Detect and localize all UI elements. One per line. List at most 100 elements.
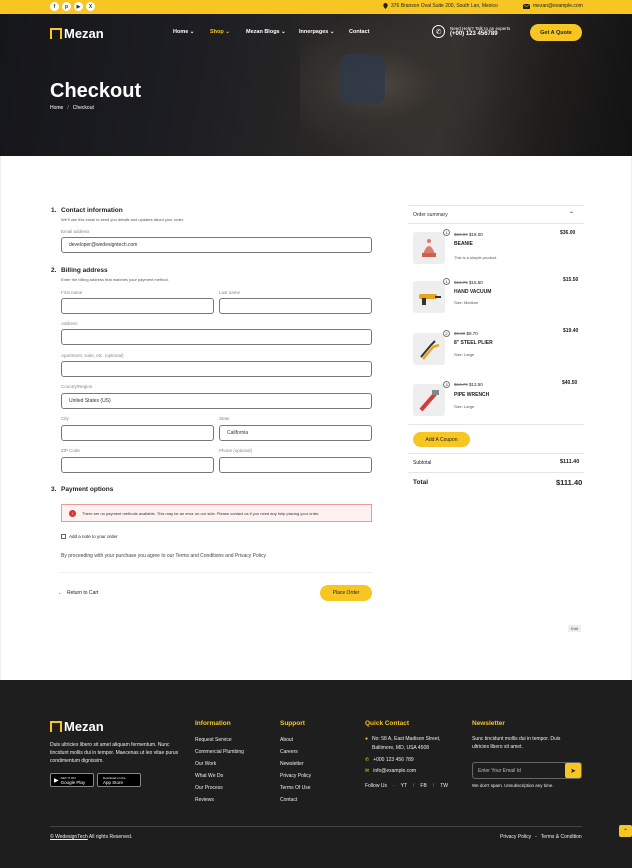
plier-image [420, 340, 440, 360]
logo-text: Mezan [64, 719, 104, 734]
return-label: Return to Cart [67, 590, 99, 596]
item-total: $36.00 [560, 230, 576, 236]
item-name: 8" STEEL PLIER [454, 340, 493, 346]
nav-contact[interactable]: Contact [349, 29, 369, 35]
phone-field[interactable] [219, 457, 372, 473]
breadcrumb-home[interactable]: Home [50, 105, 63, 111]
topbar-email[interactable]: mezan@example.com [523, 3, 583, 9]
contact-title: Contact information [61, 207, 123, 214]
order-note-checkbox[interactable] [61, 534, 66, 539]
country-label: Country/Region [61, 384, 93, 389]
item-name: BEANIE [454, 241, 473, 247]
quick-email[interactable]: ✉ info@example.com [365, 768, 416, 774]
old-price: $9.80 [454, 331, 466, 336]
last-name-field[interactable] [219, 298, 372, 314]
footer-link[interactable]: Request Service [195, 734, 244, 746]
error-icon: ! [69, 509, 76, 517]
contact-step-number: 1. [51, 207, 57, 214]
divider [408, 453, 584, 454]
mail-icon: ✉ [365, 768, 370, 774]
first-name-label: First name [61, 290, 83, 295]
chevron-up-icon: ⌃ [622, 828, 629, 835]
zip-field[interactable] [61, 457, 214, 473]
social-link-youtube[interactable]: YT [401, 783, 407, 789]
privacy-policy-link[interactable]: Privacy Policy [500, 834, 531, 840]
item-name: HAND VACUUM [454, 289, 492, 295]
item-total: $40.50 [562, 380, 578, 386]
footer-link[interactable]: Contact [280, 794, 311, 806]
newsletter-heading: Newsletter [472, 720, 505, 727]
checkout-content [0, 156, 632, 680]
nav-label: Innerpages [299, 29, 329, 35]
newsletter-submit-button[interactable]: ➤ [565, 763, 581, 778]
x-twitter-icon[interactable]: X [86, 2, 95, 11]
google-play-badge[interactable]: ▶ GET IT ON Google Play [50, 773, 94, 787]
social-link-twitter[interactable]: TW [440, 783, 448, 789]
phone-icon: ✆ [365, 757, 370, 763]
quick-address: ● No: 58 A, East Madison Street, Baltimo… [365, 735, 457, 753]
app-store-badge[interactable]: Download on the App Store [97, 773, 141, 787]
footer-link[interactable]: Newsletter [280, 758, 311, 770]
phone-text: +000 123 456 789 [373, 757, 414, 763]
footer-link[interactable]: What We Do [195, 770, 244, 782]
footer-link[interactable]: Our Process [195, 782, 244, 794]
add-coupon-button[interactable]: Add A Coupon [413, 432, 470, 447]
apartment-field[interactable] [61, 361, 372, 377]
social-link-facebook[interactable]: FB [420, 783, 426, 789]
pinterest-icon[interactable]: p [62, 2, 71, 11]
logo-mark-icon [50, 721, 62, 732]
footer-link[interactable]: Commercial Plumbing [195, 746, 244, 758]
help-contact[interactable]: ✆ Need Help? Talk to an experts (+00) 12… [432, 25, 510, 38]
separator: / [432, 783, 435, 789]
edit-button[interactable]: Edit [568, 625, 581, 632]
nav-label: Home [173, 29, 189, 35]
item-desc: Size: Medium [454, 300, 479, 305]
terms-text: By proceeding with your purchase you agr… [61, 553, 267, 559]
address-field[interactable] [61, 329, 372, 345]
quick-phone[interactable]: ✆ +000 123 456 789 [365, 757, 414, 763]
divider [408, 424, 584, 425]
nav-innerpages[interactable]: Innerpages ⌄ [299, 29, 334, 35]
footer-logo[interactable]: Mezan [50, 719, 104, 734]
location-pin-icon [383, 3, 388, 9]
youtube-icon[interactable]: ▶ [74, 2, 83, 11]
address-text: 376 Branson Oval Suite 200, South Lan, M… [391, 3, 498, 9]
chevron-up-icon[interactable]: ⌃ [569, 211, 574, 218]
country-select[interactable]: United States (US) [61, 393, 372, 409]
scroll-to-top-button[interactable]: ⌃ [619, 825, 632, 837]
city-field[interactable] [61, 425, 214, 441]
contact-subtitle: We'll use this email to send you details… [61, 217, 184, 222]
address-text: No: 58 A, East Madison Street, Baltimore… [372, 736, 441, 751]
site-logo[interactable]: Mezan [50, 26, 104, 41]
new-price: $15.50 [469, 280, 483, 285]
nav-home[interactable]: Home ⌄ [173, 29, 194, 35]
item-price: $9.80 $9.70 [454, 331, 478, 336]
place-order-button[interactable]: Place Order [320, 585, 372, 601]
footer-link[interactable]: Terms Of Use [280, 782, 311, 794]
footer-link[interactable]: Careers [280, 746, 311, 758]
terms-link[interactable]: Terms & Condition [541, 834, 582, 840]
payment-title: Payment options [61, 486, 114, 493]
footer-link[interactable]: Our Work [195, 758, 244, 770]
product-thumbnail [413, 333, 445, 365]
old-price: $13.70 [454, 382, 468, 387]
billing-title: Billing address [61, 267, 108, 274]
state-select[interactable]: California [219, 425, 372, 441]
footer-link[interactable]: About [280, 734, 311, 746]
footer-link[interactable]: Reviews [195, 794, 244, 806]
first-name-field[interactable] [61, 298, 214, 314]
email-text: mezan@example.com [533, 3, 583, 9]
footer-link[interactable]: Privacy Policy [280, 770, 311, 782]
nav-shop[interactable]: Shop ⌄ [210, 29, 230, 35]
return-to-cart-link[interactable]: ← Return to Cart [58, 590, 98, 596]
email-field[interactable]: developer@wedesigntech.com [61, 237, 372, 253]
facebook-icon[interactable]: f [50, 2, 59, 11]
get-quote-button[interactable]: Get A Quote [530, 24, 582, 41]
nav-blogs[interactable]: Mezan Blogs ⌄ [246, 29, 286, 35]
nav-label: Mezan Blogs [246, 29, 280, 35]
item-price: $15.75 $15.50 [454, 280, 483, 285]
order-note-option[interactable]: Add a note to your order [61, 534, 118, 539]
copyright-brand[interactable]: © WedesignTech [50, 834, 88, 840]
quantity-badge: 3 [443, 381, 450, 388]
separator: / [413, 783, 415, 789]
